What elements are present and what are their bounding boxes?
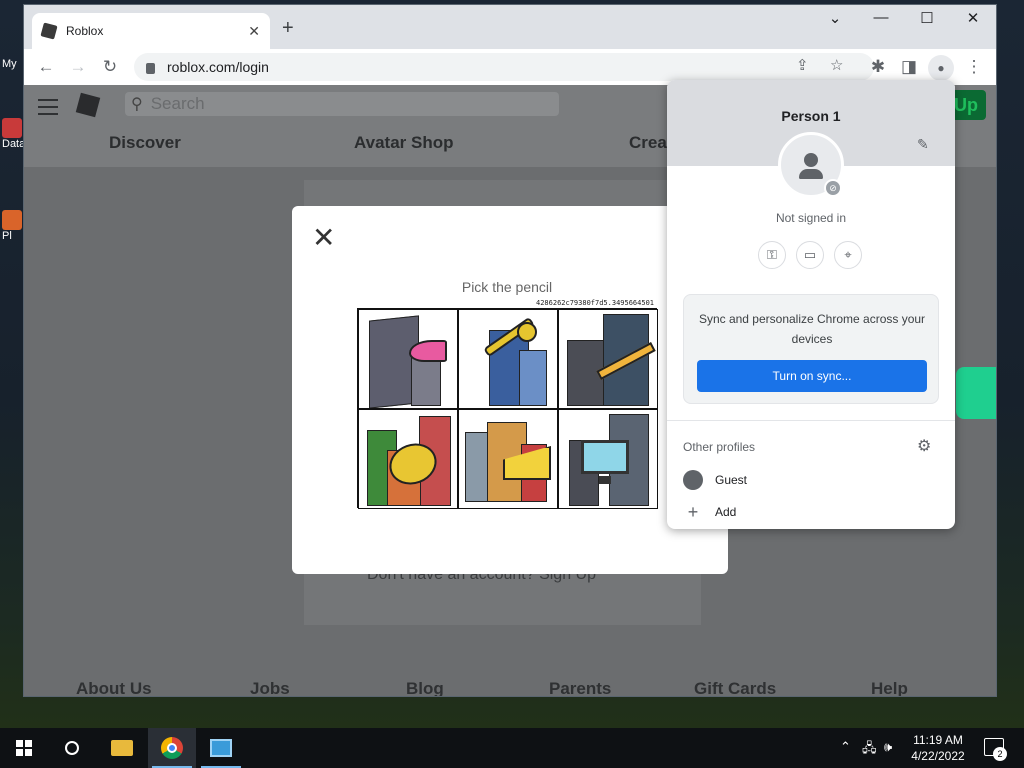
addresses-location-icon[interactable]: ⌖ [834, 241, 862, 269]
volume-icon[interactable]: 🕪 [884, 739, 892, 755]
close-window-button[interactable]: ✕ [953, 9, 993, 27]
site-search-input[interactable]: ⚲ Search [125, 92, 559, 116]
notification-count: 2 [993, 747, 1007, 761]
search-placeholder: Search [150, 94, 205, 113]
tile-shoe[interactable] [358, 309, 458, 409]
guest-profile-item[interactable]: Guest [683, 470, 747, 490]
tile-key[interactable] [458, 309, 558, 409]
footer-parents[interactable]: Parents [549, 679, 611, 696]
not-signed-in-badge-icon: ⊘ [824, 179, 842, 197]
extensions-icon[interactable]: ✱ [866, 55, 890, 79]
passwords-key-icon[interactable]: ⚿ [758, 241, 786, 269]
close-icon[interactable]: ✕ [312, 224, 335, 252]
high-heel-shoe-icon [409, 340, 447, 362]
guest-label: Guest [715, 473, 748, 487]
desktop-icon-label: Pl [2, 230, 12, 242]
file-explorer-button[interactable] [98, 728, 146, 768]
edit-pencil-icon[interactable]: ✎ [917, 136, 929, 153]
forward-button[interactable]: → [66, 55, 90, 79]
bookmark-star-icon[interactable]: ☆ [830, 56, 843, 74]
play-app-icon [2, 210, 22, 230]
desktop-icon-data[interactable]: Data [2, 118, 26, 150]
footer-blog[interactable]: Blog [406, 679, 444, 696]
tab-title: Roblox [66, 24, 104, 38]
tile-cheese[interactable] [458, 409, 558, 509]
add-profile-item[interactable]: + Add [683, 501, 737, 522]
tab-roblox[interactable]: Roblox ✕ [32, 13, 270, 49]
footer-jobs[interactable]: Jobs [250, 679, 290, 696]
guest-avatar-icon [683, 470, 703, 490]
nav-avatar-shop[interactable]: Avatar Shop [354, 133, 454, 153]
search-icon [65, 741, 79, 755]
monitor-icon [581, 440, 629, 474]
minimize-button[interactable]: — [861, 9, 901, 26]
app-taskbar-button[interactable] [197, 728, 245, 768]
roblox-favicon-icon [40, 22, 58, 40]
chrome-menu-icon[interactable]: ⋮ [962, 55, 986, 79]
tile-monitor[interactable] [558, 409, 658, 509]
captcha-grid [357, 308, 658, 509]
profile-menu: Person 1 ✎ ⊘ Not signed in ⚿ ▭ ⌖ Sync an… [667, 80, 955, 529]
sync-promo: Sync and personalize Chrome across your … [683, 294, 939, 404]
clock-date: 4/22/2022 [911, 749, 965, 763]
tab-close-icon[interactable]: ✕ [248, 23, 260, 40]
payment-card-icon[interactable]: ▭ [796, 241, 824, 269]
signup-button[interactable]: Up [950, 90, 986, 120]
plus-icon: + [687, 501, 699, 522]
footer-help[interactable]: Help [871, 679, 908, 696]
network-icon[interactable]: 🖧 [862, 739, 877, 761]
desktop-icon-label: My [2, 58, 17, 70]
start-button[interactable] [0, 728, 48, 768]
hamburger-menu-icon[interactable] [38, 99, 58, 120]
profile-shortcuts: ⚿ ▭ ⌖ [758, 241, 862, 269]
other-profiles-label: Other profiles [683, 440, 756, 454]
search-icon: ⚲ [131, 96, 143, 113]
sign-in-status: Not signed in [775, 211, 847, 225]
side-panel-icon[interactable]: ◨ [897, 55, 921, 79]
maximize-button[interactable]: ☐ [907, 9, 947, 27]
app-window-icon [210, 739, 232, 757]
floating-widget-icon[interactable] [956, 367, 996, 419]
lock-icon [146, 62, 155, 74]
tab-strip: Roblox ✕ + ⌄ — ☐ ✕ [24, 5, 996, 49]
captcha-challenge-id: 4286262c79380f7d5.3495664501 [536, 299, 655, 307]
desktop-icon-my-computer[interactable]: My [2, 58, 24, 70]
person-icon: ● [937, 61, 945, 75]
system-clock[interactable]: 11:19 AM 4/22/2022 [906, 732, 970, 764]
url-text: roblox.com/login [167, 59, 269, 75]
share-icon[interactable]: ⇪ [796, 56, 809, 74]
folder-icon [111, 740, 133, 756]
turn-on-sync-button[interactable]: Turn on sync... [697, 360, 927, 392]
desktop-icon-play[interactable]: Pl [2, 210, 24, 242]
add-label: Add [715, 505, 737, 519]
manage-profiles-gear-icon[interactable]: ⚙ [917, 436, 931, 456]
footer-about-us[interactable]: About Us [76, 679, 152, 696]
tile-coins[interactable] [358, 409, 458, 509]
taskbar: ⌃ 🖧 🕪 11:19 AM 4/22/2022 2 [0, 728, 1024, 768]
new-tab-button[interactable]: + [282, 17, 294, 40]
desktop-icon-label: Data [2, 138, 26, 150]
nav-discover[interactable]: Discover [109, 133, 181, 153]
roblox-logo[interactable] [75, 92, 101, 118]
chrome-taskbar-button[interactable] [148, 728, 196, 768]
footer-gift-cards[interactable]: Gift Cards [694, 679, 776, 696]
windows-logo-icon [16, 740, 32, 756]
captcha-modal: ✕ Pick the pencil 4286262c79380f7d5.3495… [292, 206, 728, 574]
data-app-icon [2, 118, 22, 138]
captcha-prompt: Pick the pencil [461, 279, 553, 295]
taskbar-search-button[interactable] [48, 728, 96, 768]
reload-button[interactable]: ↻ [98, 55, 122, 79]
tile-pencil[interactable] [558, 309, 658, 409]
chrome-icon [161, 737, 183, 759]
clock-time: 11:19 AM [913, 733, 963, 747]
nav-create[interactable]: Crea [629, 133, 667, 153]
sync-description: Sync and personalize Chrome across your … [698, 312, 926, 346]
show-hidden-icons-chevron-icon[interactable]: ⌃ [840, 739, 851, 755]
back-button[interactable]: ← [34, 55, 58, 79]
profile-name: Person 1 [781, 108, 841, 124]
profile-avatar-button[interactable]: ● [928, 55, 954, 81]
address-bar[interactable]: roblox.com/login ⇪ ☆ [134, 53, 874, 81]
tab-search-button[interactable]: ⌄ [815, 9, 855, 27]
divider [667, 420, 955, 421]
